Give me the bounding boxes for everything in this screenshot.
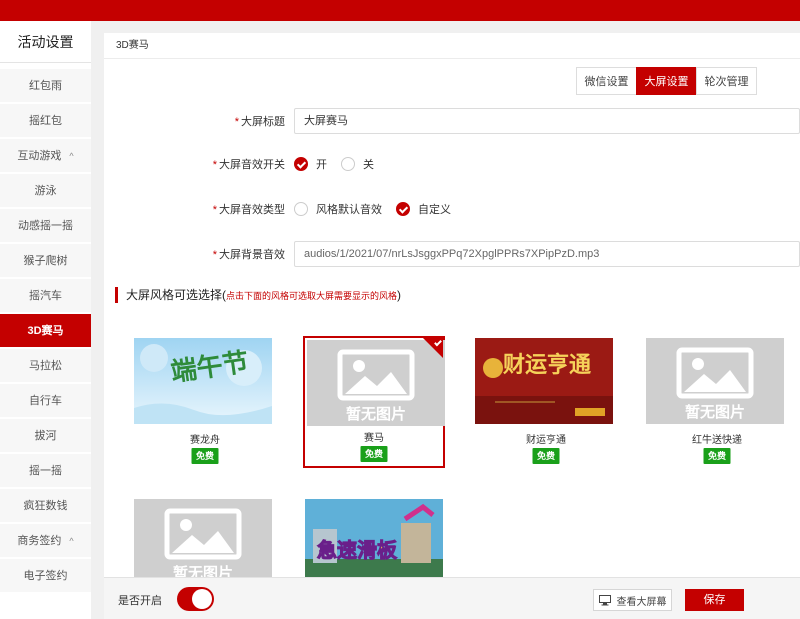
enable-label: 是否开启 (118, 595, 162, 607)
style-thumbnail: 财运亨通 (475, 338, 613, 424)
style-thumbnail: 急速滑板 (305, 499, 443, 585)
style-card-dragon-boat[interactable]: 端午节 赛龙舟 免费 (134, 338, 276, 470)
art-text: 暂无图片 (346, 405, 406, 423)
enable-toggle[interactable] (177, 587, 214, 611)
sound-type-custom-radio[interactable]: 自定义 (396, 201, 451, 217)
free-badge: 免费 (191, 448, 219, 464)
sidebar-item-yaoyiyao[interactable]: 摇一摇 (0, 454, 91, 489)
art-text: 财运亨通 (503, 352, 591, 378)
sidebar-item-3d-horse[interactable]: 3D赛马 (0, 314, 91, 349)
sidebar-item-esign[interactable]: 电子签约 (0, 559, 91, 594)
style-thumbnail: 暂无图片 (134, 499, 272, 585)
title-label: * 大屏标题 (234, 116, 285, 128)
check-icon (294, 157, 308, 171)
style-card-red-bull[interactable]: 暂无图片 红牛送快递 免费 (646, 338, 788, 470)
chevron-up-icon: ^ (69, 151, 74, 161)
title-row: * 大屏标题 大屏赛马 (104, 108, 800, 134)
sound-type-default-radio[interactable]: 风格默认音效 (294, 201, 382, 217)
sidebar-title: 活动设置 (0, 21, 91, 63)
radio-icon (294, 202, 308, 216)
tab-wechat-settings[interactable]: 微信设置 (576, 67, 637, 95)
sidebar-item-marathon[interactable]: 马拉松 (0, 349, 91, 384)
bg-sound-input[interactable]: audios/1/2021/07/nrLsJsggxPPq72XpglPPRs7… (294, 241, 800, 267)
tab-round-management[interactable]: 轮次管理 (696, 67, 757, 95)
sidebar-group-games[interactable]: 互动游戏 ^ (0, 139, 91, 174)
style-card-name: 财运亨通 (526, 435, 566, 446)
bottom-bar: 是否开启 查看大屏幕 保存 (104, 577, 800, 619)
sidebar-item-shake[interactable]: 动感摇一摇 (0, 209, 91, 244)
art-text: 暂无图片 (685, 403, 745, 421)
save-button[interactable]: 保存 (685, 589, 744, 611)
top-bar (0, 0, 800, 21)
radio-icon (341, 157, 355, 171)
style-thumbnail: 暂无图片 (646, 338, 784, 424)
sound-on-radio[interactable]: 开 (294, 156, 327, 172)
style-thumbnail: 端午节 (134, 338, 272, 424)
style-card-horse-race[interactable]: 暂无图片 赛马 免费 (303, 336, 445, 468)
style-card-name: 赛马 (364, 433, 384, 444)
styles-hint: 点击下面的风格可选取大屏需要显示的风格 (226, 291, 398, 301)
chevron-up-icon: ^ (69, 536, 74, 546)
main-panel: 3D赛马 微信设置 大屏设置 轮次管理 * 大屏标题 大屏赛马 * 大屏音效开关 开… (104, 33, 800, 619)
free-badge: 免费 (703, 448, 731, 464)
sidebar-item-count-money[interactable]: 疯狂数钱 (0, 489, 91, 524)
breadcrumb: 3D赛马 (104, 33, 800, 59)
free-badge: 免费 (360, 446, 388, 462)
sidebar-item-monkey[interactable]: 猴子爬树 (0, 244, 91, 279)
sound-switch-label: * 大屏音效开关 (212, 159, 285, 171)
sidebar-item-yaohongbao[interactable]: 摇红包 (0, 104, 91, 139)
sidebar: 活动设置 红包雨 摇红包 互动游戏 ^ 游泳 动感摇一摇 猴子爬树 摇汽车 3D赛… (0, 21, 91, 619)
sidebar-item-hongbaoyu[interactable]: 红包雨 (0, 69, 91, 104)
sidebar-item-car[interactable]: 摇汽车 (0, 279, 91, 314)
style-card-name: 红牛送快递 (692, 435, 742, 446)
sound-off-radio[interactable]: 关 (341, 156, 374, 172)
art-text: 急速滑板 (317, 538, 398, 562)
toggle-knob (192, 589, 212, 609)
sidebar-group-business[interactable]: 商务签约 ^ (0, 524, 91, 559)
sidebar-item-tug-of-war[interactable]: 拔河 (0, 419, 91, 454)
bg-sound-label: * 大屏背景音效 (212, 249, 285, 261)
monitor-icon (598, 594, 611, 605)
check-icon (396, 202, 410, 216)
free-badge: 免费 (532, 448, 560, 464)
sound-type-row: * 大屏音效类型 风格默认音效 自定义 (104, 201, 465, 217)
sidebar-item-bicycle[interactable]: 自行车 (0, 384, 91, 419)
sound-switch-row: * 大屏音效开关 开 关 (104, 156, 388, 172)
title-input[interactable]: 大屏赛马 (294, 108, 800, 134)
tab-screen-settings[interactable]: 大屏设置 (636, 67, 697, 95)
tab-bar: 微信设置 大屏设置 轮次管理 (576, 67, 757, 95)
sound-type-label: * 大屏音效类型 (212, 204, 285, 216)
style-card-name: 赛龙舟 (190, 435, 220, 446)
sidebar-item-swim[interactable]: 游泳 (0, 174, 91, 209)
view-screen-button[interactable]: 查看大屏幕 (593, 589, 672, 611)
style-card-fortune[interactable]: 财运亨通 财运亨通 免费 (475, 338, 617, 470)
bg-sound-row: * 大屏背景音效 audios/1/2021/07/nrLsJsggxPPq72X… (104, 241, 800, 267)
styles-section-title: 大屏风格可选选择(点击下面的风格可选取大屏需要显示的风格) (115, 287, 401, 303)
